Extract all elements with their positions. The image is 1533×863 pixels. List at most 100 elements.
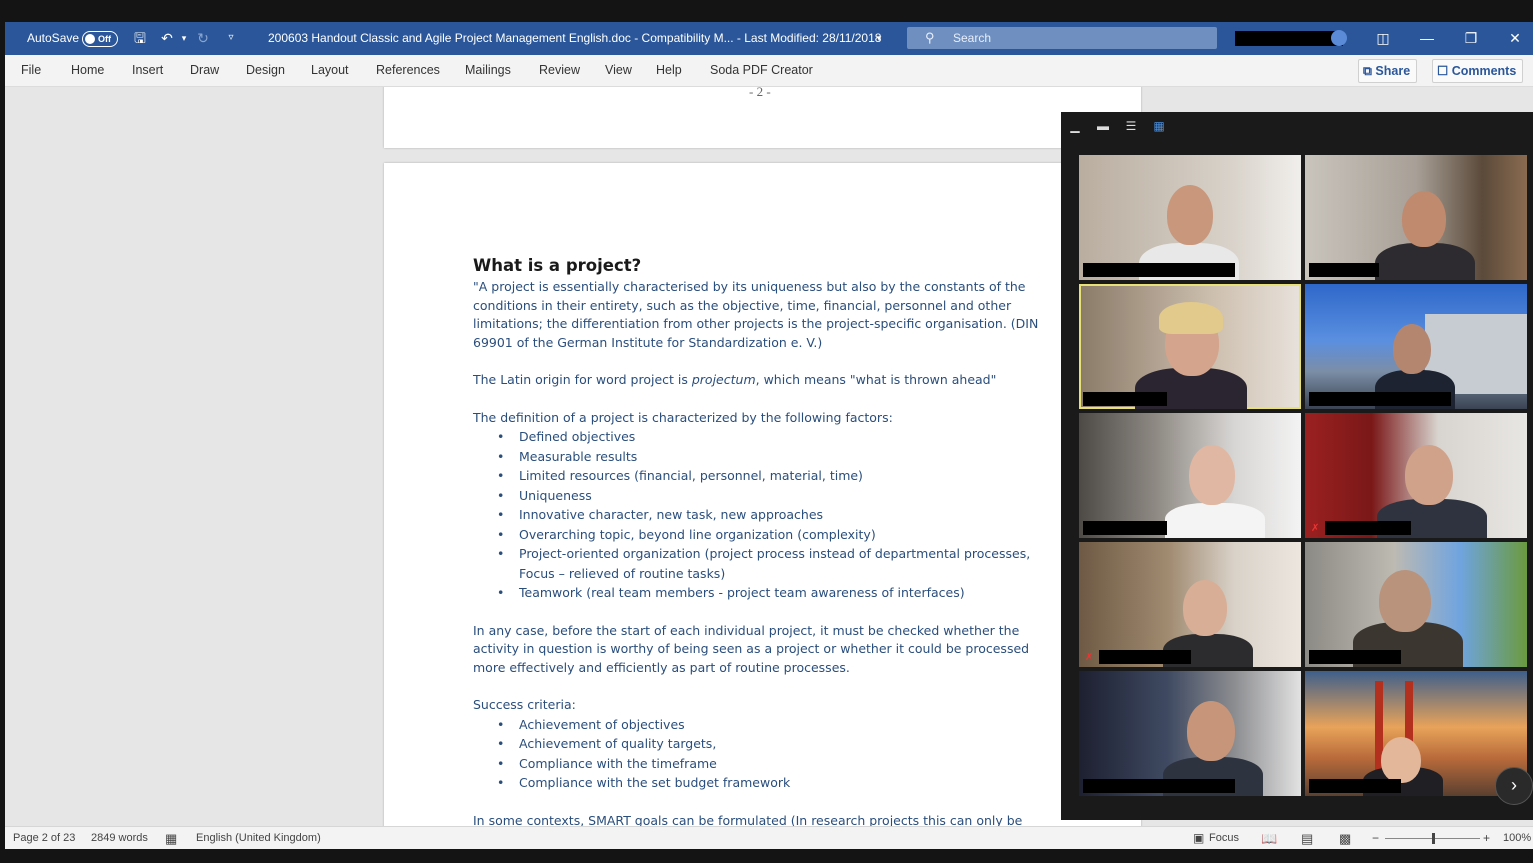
tab-view[interactable]: View	[605, 55, 632, 86]
tab-home[interactable]: Home	[71, 55, 104, 86]
tab-file[interactable]: File	[21, 55, 41, 86]
tab-insert[interactable]: Insert	[132, 55, 163, 86]
participant-name-redacted	[1083, 779, 1235, 793]
participant-tile[interactable]	[1305, 155, 1527, 280]
tab-help[interactable]: Help	[656, 55, 682, 86]
account-name-redacted[interactable]	[1235, 31, 1343, 46]
participant-tile[interactable]	[1079, 671, 1301, 796]
search-placeholder: Search	[953, 31, 992, 45]
participant-tile[interactable]: ✗	[1079, 542, 1301, 667]
participant-tile[interactable]	[1079, 155, 1301, 280]
page-number: - 2 -	[749, 87, 771, 99]
undo-icon[interactable]: ↶	[159, 30, 175, 46]
tab-soda-pdf-creator[interactable]: Soda PDF Creator	[710, 55, 813, 86]
participant-name-redacted	[1309, 650, 1401, 664]
comments-button[interactable]: ☐ Comments	[1432, 59, 1524, 83]
ribbon-display-options-icon[interactable]: ◫	[1361, 22, 1405, 55]
participant-tile-active-speaker[interactable]	[1079, 284, 1301, 409]
title-bar: AutoSave Off 🖫 ↶ ▾ ↻ ▿ 200603 Handout Cl…	[5, 22, 1533, 55]
participant-name-redacted	[1309, 779, 1401, 793]
tab-review[interactable]: Review	[539, 55, 580, 86]
page-2[interactable]: What is a project? "A project is essenti…	[384, 163, 1141, 826]
page-1-bottom: - 2 -	[384, 87, 1141, 148]
document-title[interactable]: 200603 Handout Classic and Agile Project…	[268, 22, 881, 55]
participant-tile[interactable]	[1305, 671, 1527, 796]
web-layout-icon[interactable]: ▩	[1339, 827, 1351, 849]
zoom-level[interactable]: 100%	[1503, 827, 1531, 849]
undo-dropdown-icon[interactable]: ▾	[176, 30, 192, 46]
participant-name-redacted	[1325, 521, 1411, 535]
check-paragraph: In any case, before the start of each in…	[473, 622, 1030, 675]
document-body[interactable]: What is a project? "A project is essenti…	[473, 255, 1048, 826]
language[interactable]: English (United Kingdom)	[196, 827, 321, 849]
focus-icon[interactable]: ▣	[1193, 827, 1204, 849]
zoom-slider-thumb[interactable]	[1432, 833, 1435, 844]
list-item: Limited resources (financial, personnel,…	[497, 466, 1048, 486]
din-quote: "A project is essentially characterised …	[473, 279, 1039, 350]
status-bar: Page 2 of 23 2849 words ▦ English (Unite…	[5, 826, 1533, 849]
read-mode-icon[interactable]: 📖	[1261, 827, 1277, 849]
page-count[interactable]: Page 2 of 23	[13, 827, 75, 849]
focus-label[interactable]: Focus	[1209, 827, 1239, 849]
word-count[interactable]: 2849 words	[91, 827, 148, 849]
tab-design[interactable]: Design	[246, 55, 285, 86]
save-icon[interactable]: 🖫	[132, 30, 148, 46]
share-label: Share	[1375, 64, 1411, 78]
autosave-toggle[interactable]: Off	[82, 31, 118, 47]
participant-tile[interactable]: ✗	[1305, 413, 1527, 538]
tab-layout[interactable]: Layout	[311, 55, 349, 86]
participant-name-redacted	[1309, 263, 1379, 277]
list-item: Teamwork (real team members - project te…	[497, 583, 1048, 603]
participant-name-redacted	[1309, 392, 1451, 406]
comment-icon: ☐	[1437, 64, 1449, 78]
share-icon: ⧉	[1363, 64, 1372, 78]
minimize-video-icon[interactable]: ▁	[1067, 118, 1083, 134]
search-icon: ⚲	[925, 30, 935, 45]
latin-origin: The Latin origin for word project is pro…	[473, 372, 997, 387]
gallery-view-icon[interactable]: ▦	[1151, 118, 1167, 134]
participant-name-redacted	[1099, 650, 1191, 664]
redo-icon[interactable]: ↻	[195, 30, 211, 46]
video-call-panel[interactable]: ▁ ▬ ☰ ▦ ✗ ✗ ›	[1061, 112, 1533, 820]
print-layout-icon[interactable]: ▤	[1301, 827, 1313, 849]
restore-icon[interactable]: ❐	[1449, 22, 1493, 55]
ribbon-tabs: File Home Insert Draw Design Layout Refe…	[5, 55, 1533, 87]
zoom-slider[interactable]	[1385, 833, 1480, 844]
customize-toolbar-icon[interactable]: ▿	[223, 30, 239, 46]
list-item: Project-oriented organization (project p…	[497, 544, 1048, 583]
word-window: AutoSave Off 🖫 ↶ ▾ ↻ ▿ 200603 Handout Cl…	[5, 22, 1533, 849]
tab-draw[interactable]: Draw	[190, 55, 219, 86]
search-box[interactable]: ⚲ Search	[907, 27, 1217, 49]
participant-tile[interactable]	[1305, 284, 1527, 409]
toggle-knob	[85, 34, 95, 44]
list-item: Uniqueness	[497, 486, 1048, 506]
participant-name-redacted	[1083, 263, 1235, 277]
avatar[interactable]	[1331, 30, 1347, 46]
participant-tile[interactable]	[1305, 542, 1527, 667]
participant-name-redacted	[1083, 392, 1167, 406]
title-dropdown-icon[interactable]: ▾	[871, 30, 887, 46]
participant-name-redacted	[1083, 521, 1167, 535]
comments-label: Comments	[1451, 64, 1517, 78]
list-item: Defined objectives	[497, 427, 1048, 447]
zoom-in-button[interactable]: +	[1483, 827, 1490, 849]
participant-tile[interactable]	[1079, 413, 1301, 538]
list-item: Overarching topic, beyond line organizat…	[497, 525, 1048, 545]
list-item: Measurable results	[497, 447, 1048, 467]
list-item: Compliance with the set budget framework	[497, 773, 1048, 793]
document-canvas[interactable]: - 2 - What is a project? "A project is e…	[5, 87, 1533, 826]
trailing-line: In some contexts, SMART goals can be for…	[473, 812, 1023, 827]
minimize-icon[interactable]: —	[1405, 22, 1449, 55]
share-button[interactable]: ⧉ Share	[1358, 59, 1418, 83]
proofing-icon[interactable]: ▦	[165, 827, 177, 849]
close-icon[interactable]: ✕	[1493, 22, 1533, 55]
list-item: Achievement of objectives	[497, 715, 1048, 735]
tab-references[interactable]: References	[376, 55, 440, 86]
zoom-out-button[interactable]: −	[1372, 827, 1379, 849]
muted-mic-icon: ✗	[1311, 523, 1320, 534]
next-page-icon[interactable]: ›	[1495, 767, 1533, 805]
speaker-view-icon[interactable]: ▬	[1095, 118, 1111, 134]
list-item: Achievement of quality targets,	[497, 734, 1048, 754]
tab-mailings[interactable]: Mailings	[465, 55, 511, 86]
strip-view-icon[interactable]: ☰	[1123, 118, 1139, 134]
